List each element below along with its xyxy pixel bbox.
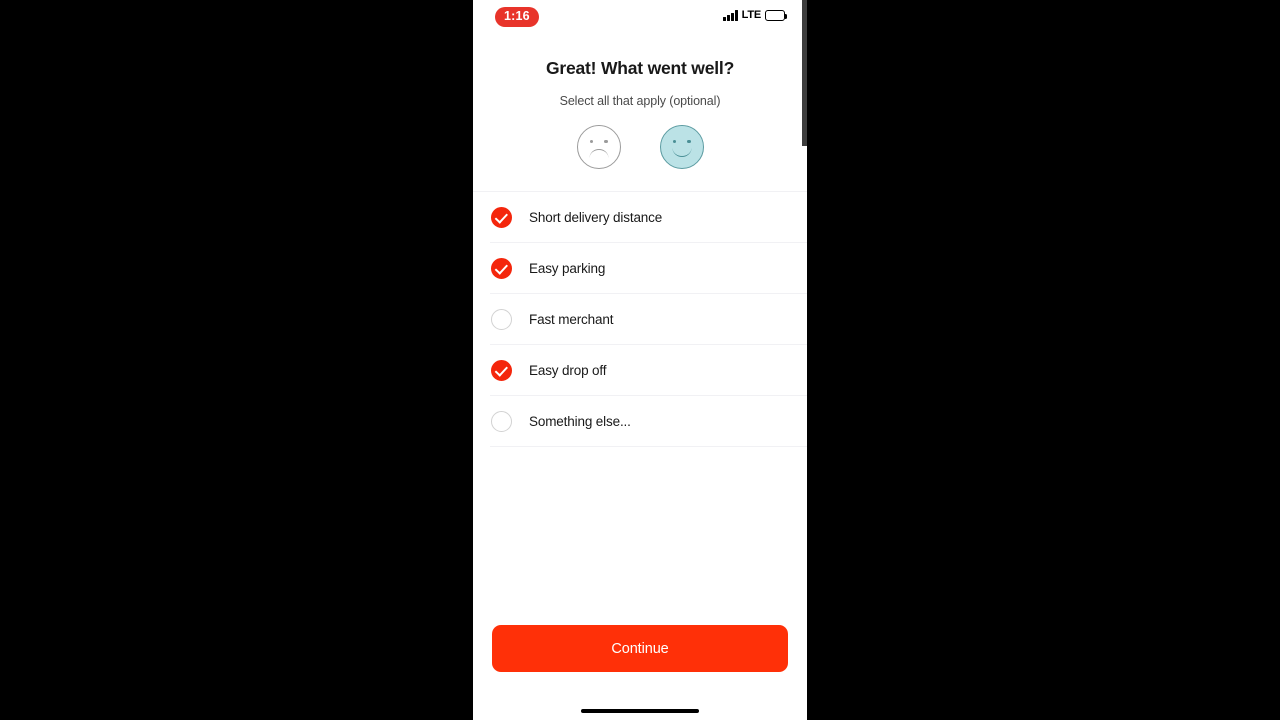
checkbox-checked-icon[interactable] bbox=[491, 206, 512, 228]
battery-icon bbox=[765, 10, 788, 21]
list-item-easy-parking[interactable]: Easy parking bbox=[473, 243, 807, 293]
list-item-short-delivery-distance[interactable]: Short delivery distance bbox=[473, 192, 807, 242]
status-bar-indicators: LTE bbox=[723, 9, 788, 21]
scrollbar-thumb[interactable] bbox=[802, 0, 807, 146]
sad-face-icon[interactable] bbox=[576, 125, 621, 169]
option-list: Short delivery distance Easy parking Fas… bbox=[473, 191, 807, 447]
list-item-fast-merchant[interactable]: Fast merchant bbox=[473, 294, 807, 344]
list-item-label: Short delivery distance bbox=[529, 209, 663, 225]
page-subtitle: Select all that apply (optional) bbox=[559, 94, 721, 108]
list-divider bbox=[490, 446, 807, 447]
continue-button[interactable]: Continue bbox=[492, 625, 788, 672]
checkbox-checked-icon[interactable] bbox=[491, 257, 512, 279]
screen-root: 1:16 LTE Great! What went well? Select a… bbox=[0, 0, 1280, 720]
home-indicator bbox=[581, 708, 699, 713]
status-bar-time: 1:16 bbox=[495, 7, 539, 27]
list-item-label: Fast merchant bbox=[529, 311, 614, 327]
page-header: Great! What went well? Select all that a… bbox=[473, 40, 807, 108]
checkbox-unchecked-icon[interactable] bbox=[491, 410, 512, 432]
list-item-easy-drop-off[interactable]: Easy drop off bbox=[473, 345, 807, 395]
signal-bars-icon bbox=[723, 10, 738, 21]
page-title: Great! What went well? bbox=[545, 58, 735, 78]
list-item-something-else[interactable]: Something else... bbox=[473, 396, 807, 446]
phone-viewport: 1:16 LTE Great! What went well? Select a… bbox=[473, 0, 807, 720]
vertical-scrollbar[interactable] bbox=[802, 0, 807, 720]
happy-face-icon[interactable] bbox=[659, 125, 704, 169]
list-item-label: Easy parking bbox=[529, 260, 606, 276]
rating-face-group bbox=[473, 125, 807, 191]
list-item-label: Something else... bbox=[529, 413, 631, 429]
status-bar: 1:16 LTE bbox=[473, 0, 807, 40]
checkbox-unchecked-icon[interactable] bbox=[491, 308, 512, 330]
cta-container: Continue bbox=[473, 625, 807, 672]
checkbox-checked-icon[interactable] bbox=[491, 359, 512, 381]
network-type-label: LTE bbox=[741, 9, 762, 21]
list-item-label: Easy drop off bbox=[529, 362, 607, 378]
